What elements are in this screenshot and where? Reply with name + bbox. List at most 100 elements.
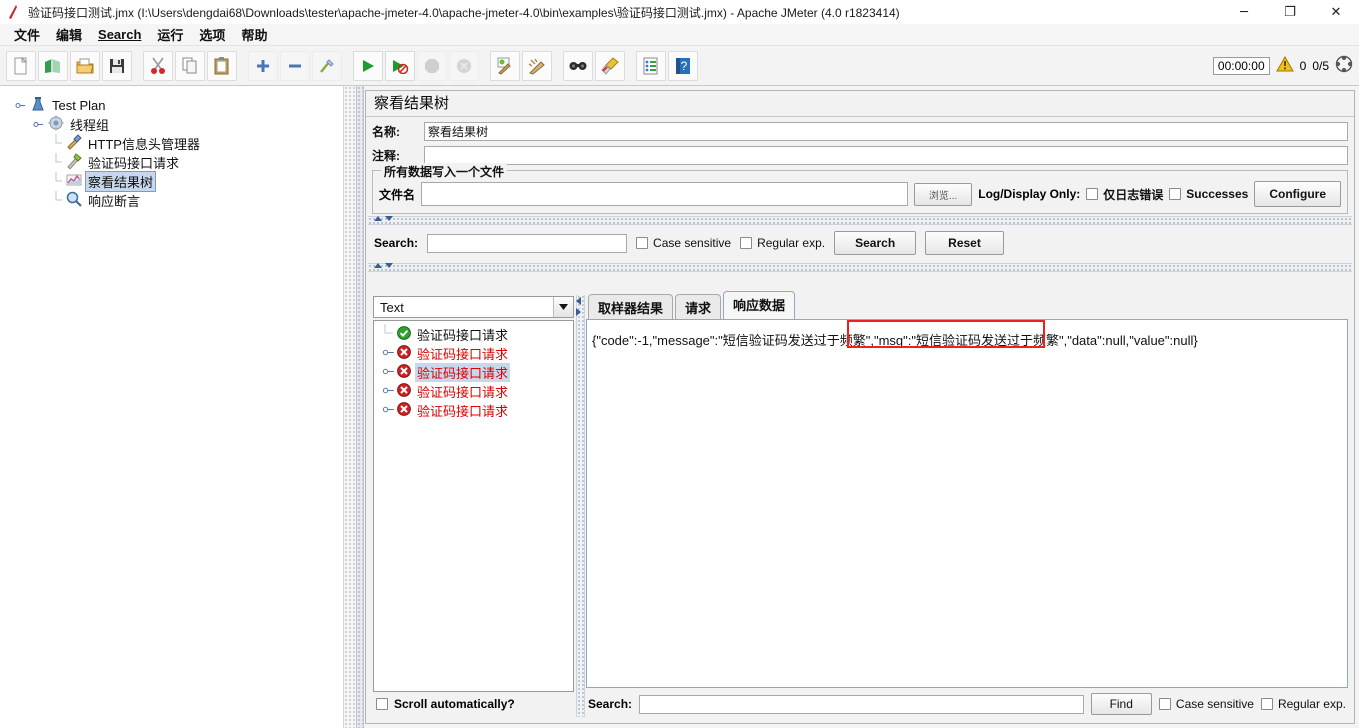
- cut-icon[interactable]: [143, 50, 173, 81]
- open-icon[interactable]: [70, 50, 100, 81]
- result-list-item[interactable]: 验证码接口请求: [374, 323, 573, 346]
- search-case-sensitive-checkbox[interactable]: Case sensitive: [636, 236, 731, 250]
- copy-icon[interactable]: [175, 50, 205, 81]
- title-bar: 验证码接口测试.jmx (I:\Users\dengdai68\Download…: [0, 0, 1359, 24]
- browse-button[interactable]: 浏览...: [913, 182, 973, 206]
- collapse-all-icon[interactable]: [280, 50, 310, 81]
- help-icon[interactable]: ?: [668, 50, 698, 81]
- search-button[interactable]: Search: [834, 231, 917, 255]
- expand-handle-icon[interactable]: [14, 99, 27, 112]
- result-list-item[interactable]: 验证码接口请求: [374, 363, 573, 382]
- error-icon: [397, 383, 411, 400]
- scroll-automatically-checkbox[interactable]: Scroll automatically?: [372, 693, 575, 717]
- menu-item-run[interactable]: 运行: [149, 23, 191, 46]
- result-list-item[interactable]: 验证码接口请求: [374, 344, 573, 363]
- tree-node-thread-group[interactable]: 线程组: [10, 115, 343, 134]
- results-split-divider[interactable]: [576, 295, 585, 717]
- toolbar: ? 00:00:00 0 0/5: [0, 46, 1359, 86]
- results-tree-list[interactable]: 验证码接口请求 验证码接口请求 验证码接口请求 验证码接口请求 验证码接口请求: [373, 320, 574, 692]
- search-input[interactable]: [427, 233, 628, 253]
- templates-icon[interactable]: [38, 50, 68, 81]
- menu-item-file[interactable]: 文件: [6, 23, 48, 46]
- search-icon[interactable]: [563, 50, 593, 81]
- tab-response-data[interactable]: 响应数据: [723, 291, 796, 319]
- result-list-item[interactable]: 验证码接口请求: [374, 401, 573, 420]
- renderer-select[interactable]: Text: [373, 296, 574, 318]
- collapse-down-icon[interactable]: [385, 263, 393, 268]
- clear-icon[interactable]: [490, 50, 520, 81]
- success-icon: [397, 326, 411, 343]
- split-collapse-arrows[interactable]: [374, 216, 393, 221]
- filename-input[interactable]: [421, 182, 908, 206]
- results-area: Text 验证码接口请求 验证码接口请求 验证码接口请求 验证码接口请求 验证码…: [372, 291, 1348, 717]
- window-title: 验证码接口测试.jmx (I:\Users\dengdai68\Download…: [28, 5, 900, 20]
- find-button[interactable]: Find: [1090, 693, 1152, 715]
- new-icon[interactable]: [6, 50, 36, 81]
- expand-handle-icon[interactable]: [382, 403, 395, 419]
- menu-item-help[interactable]: 帮助: [233, 23, 275, 46]
- response-data-textarea[interactable]: {"code":-1,"message":"短信验证码发送过于频繁","msg"…: [586, 319, 1348, 688]
- start-icon[interactable]: [353, 50, 383, 81]
- tree-node-http-request[interactable]: 验证码接口请求: [10, 153, 343, 172]
- toggle-icon[interactable]: [312, 50, 342, 81]
- expand-all-icon[interactable]: [248, 50, 278, 81]
- test-plan-scrollbar[interactable]: [343, 86, 356, 728]
- menu-item-edit[interactable]: 编辑: [48, 23, 90, 46]
- expand-handle-icon[interactable]: [382, 384, 395, 400]
- checkbox-icon: [1260, 698, 1273, 710]
- tree-line: [382, 323, 395, 346]
- minimize-button[interactable]: ─: [1221, 0, 1267, 24]
- collapse-right-icon[interactable]: [576, 308, 581, 316]
- warning-triangle-icon[interactable]: [1275, 55, 1294, 75]
- search-reset-icon[interactable]: [595, 50, 625, 81]
- result-item-label: 验证码接口请求: [417, 385, 509, 400]
- upper-split-divider[interactable]: [368, 216, 1352, 225]
- start-no-pauses-icon[interactable]: [385, 50, 415, 81]
- tab-sampler-result[interactable]: 取样器结果: [588, 294, 674, 320]
- remote-engines-icon[interactable]: [1335, 55, 1353, 76]
- maximize-button[interactable]: ❐: [1267, 0, 1313, 24]
- clear-all-icon[interactable]: [522, 50, 552, 81]
- test-plan-tree[interactable]: Test Plan 线程组 HTTP信息头管理器 验证码接口请求 察看结果树 响…: [6, 90, 343, 720]
- toolbar-separator: [238, 51, 247, 81]
- errors-only-checkbox[interactable]: 仅日志错误: [1086, 186, 1163, 203]
- comment-input[interactable]: [424, 145, 1348, 165]
- collapse-left-icon[interactable]: [576, 297, 581, 305]
- response-search-input[interactable]: [639, 694, 1084, 714]
- collapse-up-icon[interactable]: [374, 216, 382, 221]
- split-collapse-arrows-2[interactable]: [374, 263, 393, 268]
- results-split-arrows[interactable]: [576, 297, 581, 316]
- toolbar-status-area: 00:00:00 0 0/5: [1212, 55, 1359, 76]
- tree-node-test-plan[interactable]: Test Plan: [10, 96, 343, 115]
- paste-icon[interactable]: [207, 50, 237, 81]
- close-button[interactable]: ✕: [1313, 0, 1359, 24]
- checkbox-icon: [376, 698, 388, 710]
- tree-node-view-results-tree[interactable]: 察看结果树: [10, 171, 343, 192]
- menu-item-options[interactable]: 选项: [191, 23, 233, 46]
- expand-handle-icon[interactable]: [382, 346, 395, 362]
- name-input[interactable]: 察看结果树: [424, 121, 1348, 141]
- response-case-sensitive-checkbox[interactable]: Case sensitive: [1158, 697, 1254, 711]
- tree-node-header-manager[interactable]: HTTP信息头管理器: [10, 134, 343, 153]
- toolbar-separator: [480, 51, 489, 81]
- reset-button[interactable]: Reset: [925, 231, 1004, 255]
- lower-split-divider[interactable]: [368, 263, 1352, 272]
- configure-button[interactable]: Configure: [1254, 181, 1341, 207]
- function-helper-icon[interactable]: [636, 50, 666, 81]
- successes-checkbox[interactable]: Successes: [1169, 187, 1248, 201]
- save-icon[interactable]: [102, 50, 132, 81]
- main-split-divider[interactable]: [356, 86, 364, 728]
- result-list-item[interactable]: 验证码接口请求: [374, 382, 573, 401]
- collapse-up-icon[interactable]: [374, 263, 382, 268]
- expand-handle-icon[interactable]: [382, 365, 395, 381]
- menu-item-search[interactable]: Search: [90, 25, 149, 44]
- tab-request[interactable]: 请求: [675, 294, 722, 320]
- tree-node-label: 验证码接口请求: [88, 156, 180, 171]
- tree-node-response-assertion[interactable]: 响应断言: [10, 191, 343, 210]
- search-regular-exp-checkbox[interactable]: Regular exp.: [740, 236, 825, 250]
- collapse-down-icon[interactable]: [385, 216, 393, 221]
- filename-row: 文件名 浏览... Log/Display Only: 仅日志错误 Succes…: [379, 181, 1341, 207]
- expand-handle-icon[interactable]: [32, 118, 45, 131]
- chevron-down-icon[interactable]: [553, 297, 573, 317]
- response-regular-exp-checkbox[interactable]: Regular exp.: [1260, 697, 1346, 711]
